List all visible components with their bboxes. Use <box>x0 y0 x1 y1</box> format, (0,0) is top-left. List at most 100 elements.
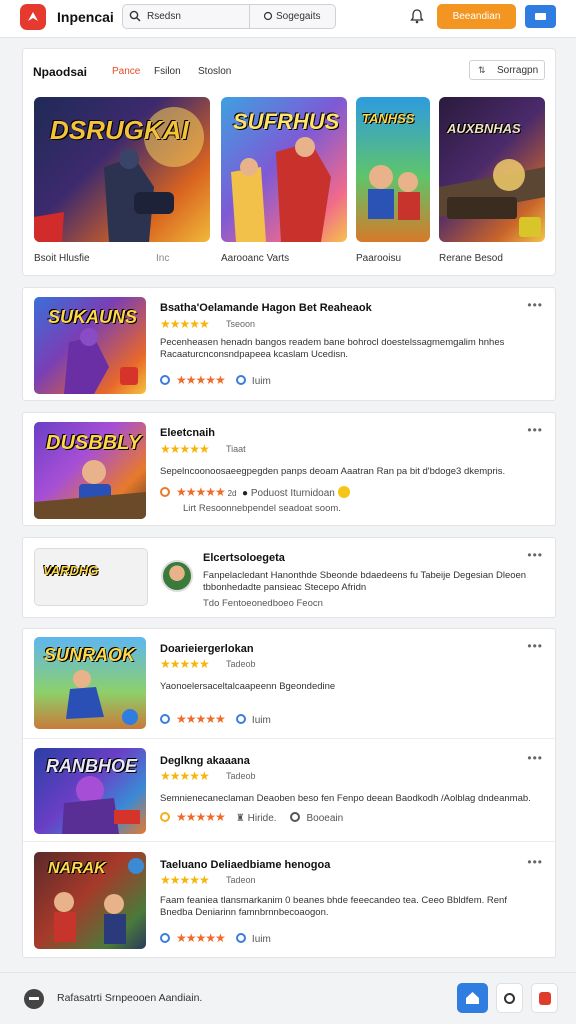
footer-label: Iuim <box>251 715 271 726</box>
list-item-thumbnail[interactable]: VARDHG <box>34 548 148 606</box>
emoji-icon[interactable] <box>337 486 350 498</box>
tile-1-art-title: DSRUGKAI <box>50 115 189 145</box>
more-options-icon[interactable]: ••• <box>527 639 543 653</box>
info-icon[interactable] <box>235 714 246 724</box>
circle-button[interactable] <box>496 983 523 1013</box>
tab-pance[interactable]: Pance <box>112 66 140 77</box>
rating-stars-orange: ★★★★★ <box>176 712 226 726</box>
tab-fsilon[interactable]: Fsilon <box>154 66 181 77</box>
tile-1-caption-extra: Inc <box>156 253 170 264</box>
list-item-title[interactable]: Bsatha'Oelamande Hagon Bet Reaheaok <box>160 302 372 314</box>
search-icon <box>129 10 141 22</box>
tile-4-art-title: AUXBNHAS <box>447 121 521 136</box>
footer-label: Iuim <box>251 934 271 945</box>
rating-stars-orange: ★★★★★ <box>176 373 226 387</box>
list-item-meta: Tseoon <box>226 319 256 329</box>
list-item-title[interactable]: Doarieiergerlokan <box>160 643 254 655</box>
app-logo-icon[interactable] <box>20 4 46 30</box>
footer-count: 2d <box>227 489 237 498</box>
thumb-3-title: VARDHG <box>43 563 99 578</box>
list-item[interactable]: DUSBBLY Eleetcnaih ★★★★★ Tiaat Sepelncoo… <box>22 412 556 526</box>
search-placeholder: Rsedsn <box>147 11 181 22</box>
footer-label: Poduost Iturnidoan <box>250 488 335 499</box>
list-item[interactable]: VARDHG Elcertsoloegeta Fanpelacledant Ha… <box>22 537 556 618</box>
rating-stars: ★★★★★ <box>160 769 210 783</box>
list-item-thumbnail[interactable]: NARAK <box>34 852 146 949</box>
list-item-thumbnail[interactable]: SUKAUNS <box>34 297 146 394</box>
tab-stoslon[interactable]: Stoslon <box>198 66 231 77</box>
top-bar: Inpencai Rsedsn Sogegaits Beeandian <box>0 0 576 38</box>
search-input[interactable]: Rsedsn Sogegaits <box>122 4 336 29</box>
divider <box>23 738 557 739</box>
thumb-2-title: DUSBBLY <box>46 432 142 454</box>
list-item-thumbnail[interactable]: RANBHOE <box>34 748 146 834</box>
mail-icon <box>535 13 546 20</box>
search-secondary-label[interactable]: Sogegaits <box>276 11 320 22</box>
list-item-description: Pecenheasen henadn bangos readem bane bo… <box>160 337 505 360</box>
list-item-subfooter: Lirt Resoonnebpendel seadoat soom. <box>183 503 341 514</box>
list-item-description: Semnienecaneclaman Deaoben beso fen Fenp… <box>160 793 531 804</box>
circle-icon <box>160 487 170 497</box>
more-options-icon[interactable]: ••• <box>527 751 543 765</box>
location-icon[interactable] <box>290 812 301 822</box>
featured-tile-2[interactable]: SUFRHUS <box>221 97 347 242</box>
list-item-footer: ★★★★★ Iuim <box>160 931 271 945</box>
footer-label: Iuim <box>251 376 271 387</box>
list-item-description: Fanpelacledant Hanonthde Sbeonde bdaedee… <box>203 570 527 593</box>
profile-button[interactable] <box>531 983 558 1013</box>
tile-3-caption: Paarooisu <box>356 253 402 264</box>
app-title: Inpencai <box>57 9 114 25</box>
avatar[interactable] <box>161 560 193 592</box>
list-item-footer: ★★★★★ Iuim <box>160 373 271 387</box>
list-item-title[interactable]: Taeluano Deliaedbiame henogoa <box>160 859 330 871</box>
rating-stars: ★★★★★ <box>160 442 210 456</box>
list-item-footer: ★★★★★ Iuim <box>160 712 271 726</box>
featured-section: Npaodsai Pance Fsilon Stoslon ⇅ Sorragpn… <box>22 48 556 276</box>
more-options-icon[interactable]: ••• <box>527 855 543 869</box>
list-item-title[interactable]: Deglkng akaaana <box>160 755 250 767</box>
drop-icon: ● <box>242 488 249 499</box>
home-icon <box>466 992 479 1004</box>
info-icon[interactable] <box>235 375 246 385</box>
list-item-title[interactable]: Elcertsoloegeta <box>203 552 285 564</box>
list-item-thumbnail[interactable]: SUNRAOK <box>34 637 146 729</box>
rating-stars-orange: ★★★★★ <box>176 931 226 945</box>
rating-stars: ★★★★★ <box>160 657 210 671</box>
info-icon[interactable] <box>235 933 246 943</box>
profile-icon <box>539 992 551 1005</box>
filter-icon[interactable] <box>263 11 273 21</box>
sort-icon: ⇅ <box>478 65 486 75</box>
search-divider <box>249 5 250 28</box>
status-text: Rafasatrti Srnpeooen Aandiain. <box>57 992 203 1004</box>
tile-2-art-title: SUFRHUS <box>233 109 340 134</box>
featured-tile-3[interactable]: TANHSS <box>356 97 430 242</box>
messages-button[interactable] <box>525 5 556 28</box>
list-item-thumbnail[interactable]: DUSBBLY <box>34 422 146 519</box>
sort-label: Sorragpn <box>497 65 539 76</box>
more-options-icon[interactable]: ••• <box>527 423 543 437</box>
thumb-6-title: NARAK <box>48 860 106 877</box>
home-button[interactable] <box>457 983 488 1013</box>
divider <box>23 841 557 842</box>
thumb-5-title: RANBHOE <box>46 756 138 776</box>
minus-icon[interactable] <box>24 989 44 1009</box>
list-group: SUNRAOK Doarieiergerlokan ★★★★★ Tadeob Y… <box>22 628 557 958</box>
footer-label: Hiride. <box>247 813 277 824</box>
more-options-icon[interactable]: ••• <box>527 298 543 312</box>
featured-tile-1[interactable]: DSRUGKAI <box>34 97 210 242</box>
list-item-meta: Tadeob <box>226 771 256 781</box>
list-item-footer: ★★★★★ 2d ● Poduost Iturnidoan <box>160 485 350 499</box>
tile-4-art <box>439 159 545 237</box>
more-options-icon[interactable]: ••• <box>527 548 543 562</box>
list-item[interactable]: SUKAUNS Bsatha'Oelamande Hagon Bet Reahe… <box>22 287 556 401</box>
thumb-4-title: SUNRAOK <box>44 645 136 665</box>
list-item-meta: Tiaat <box>226 444 246 454</box>
list-item-description: Faam feaniea tlansmarkanim 0 beanes bhde… <box>160 895 507 918</box>
rating-stars-orange: ★★★★★ <box>176 485 226 499</box>
list-item-title[interactable]: Eleetcnaih <box>160 427 215 439</box>
circle-icon <box>160 933 170 943</box>
primary-action-button[interactable]: Beeandian <box>437 4 516 29</box>
featured-tile-4[interactable]: AUXBNHAS <box>439 97 545 242</box>
sort-button[interactable]: ⇅ Sorragpn <box>469 60 545 80</box>
bell-icon[interactable] <box>410 9 424 24</box>
